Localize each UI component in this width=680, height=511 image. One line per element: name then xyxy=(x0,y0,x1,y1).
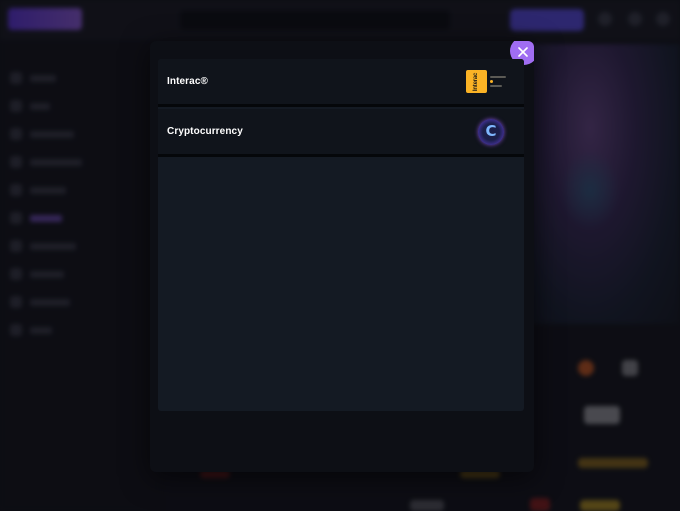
payment-methods-list: Interac® Interac Cryptocurrency C xyxy=(158,59,524,411)
payment-method-modal: Interac® Interac Cryptocurrency C xyxy=(150,41,534,472)
payment-method-label: Interac® xyxy=(167,76,208,87)
close-icon xyxy=(518,47,528,57)
payment-method-crypto[interactable]: Cryptocurrency C xyxy=(158,109,524,157)
interac-logo: Interac xyxy=(466,70,510,94)
payment-method-interac[interactable]: Interac® Interac xyxy=(158,59,524,107)
crypto-logo: C xyxy=(478,118,504,145)
payment-method-label: Cryptocurrency xyxy=(167,126,243,137)
